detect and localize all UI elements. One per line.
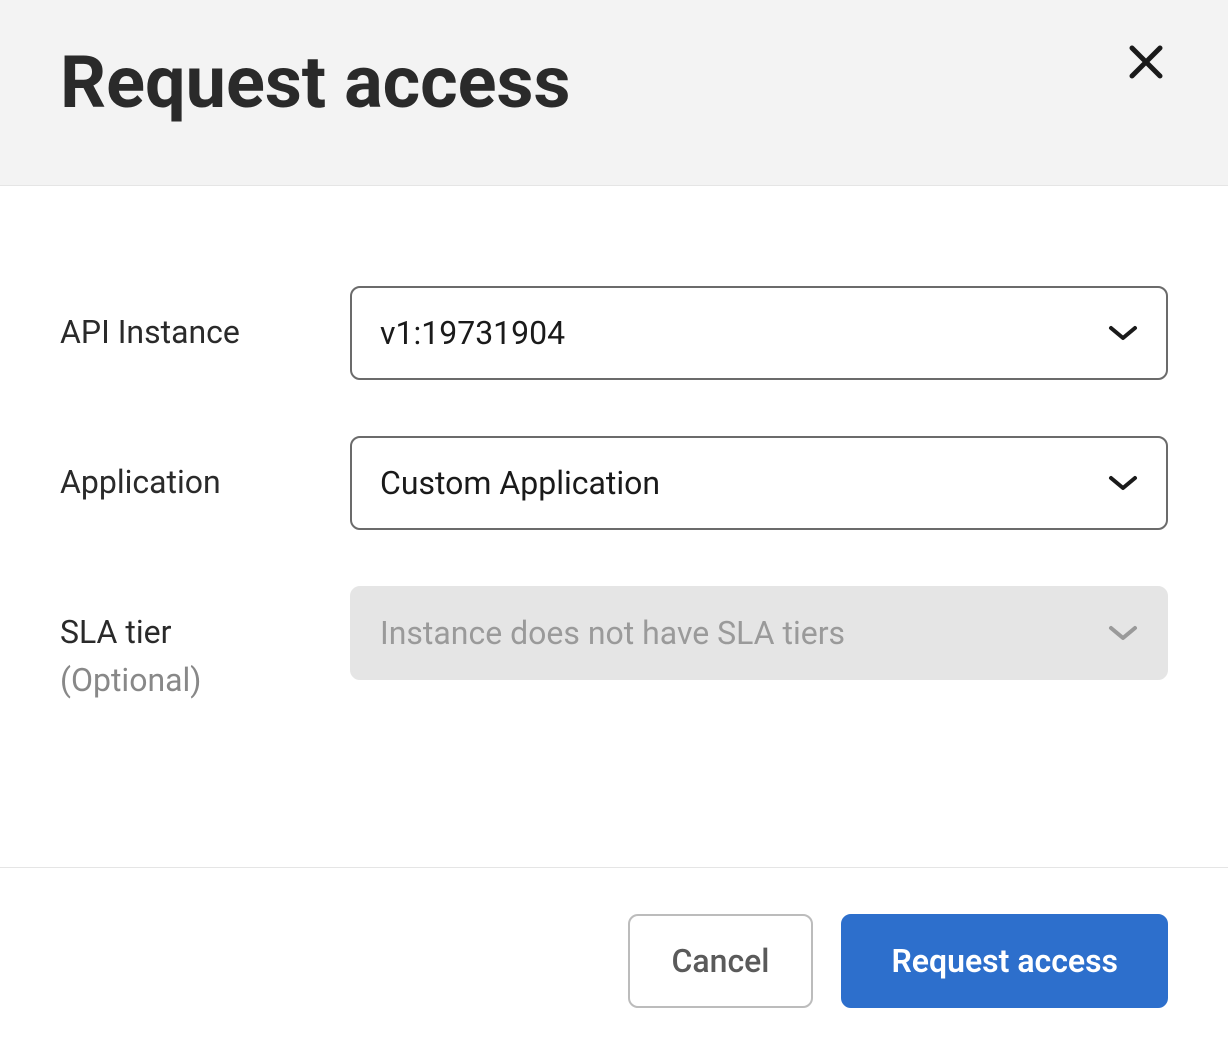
dialog-title: Request access [60, 40, 1168, 125]
application-label: Application [60, 458, 350, 506]
dialog-header: Request access [0, 0, 1228, 186]
dialog-footer: Cancel Request access [0, 867, 1228, 1054]
application-select[interactable]: Custom Application [350, 436, 1168, 530]
sla-tier-placeholder: Instance does not have SLA tiers [380, 614, 845, 652]
close-button[interactable] [1124, 42, 1168, 86]
application-row: Application Custom Application [60, 436, 1168, 530]
api-instance-row: API Instance v1:19731904 [60, 286, 1168, 380]
application-value: Custom Application [380, 464, 660, 502]
sla-tier-row: SLA tier (Optional) Instance does not ha… [60, 586, 1168, 704]
close-icon [1128, 44, 1164, 84]
chevron-down-icon [1108, 624, 1138, 642]
chevron-down-icon [1108, 474, 1138, 492]
api-instance-label: API Instance [60, 308, 350, 356]
dialog-body: API Instance v1:19731904 Application [0, 186, 1228, 867]
sla-tier-optional: (Optional) [60, 656, 350, 704]
sla-tier-label: SLA tier (Optional) [60, 608, 350, 704]
chevron-down-icon [1108, 324, 1138, 342]
request-access-button[interactable]: Request access [841, 914, 1168, 1008]
request-access-dialog: Request access API Instance v1:19731904 [0, 0, 1228, 1054]
cancel-button[interactable]: Cancel [628, 914, 814, 1008]
api-instance-value: v1:19731904 [380, 314, 565, 352]
sla-tier-select: Instance does not have SLA tiers [350, 586, 1168, 680]
api-instance-select[interactable]: v1:19731904 [350, 286, 1168, 380]
